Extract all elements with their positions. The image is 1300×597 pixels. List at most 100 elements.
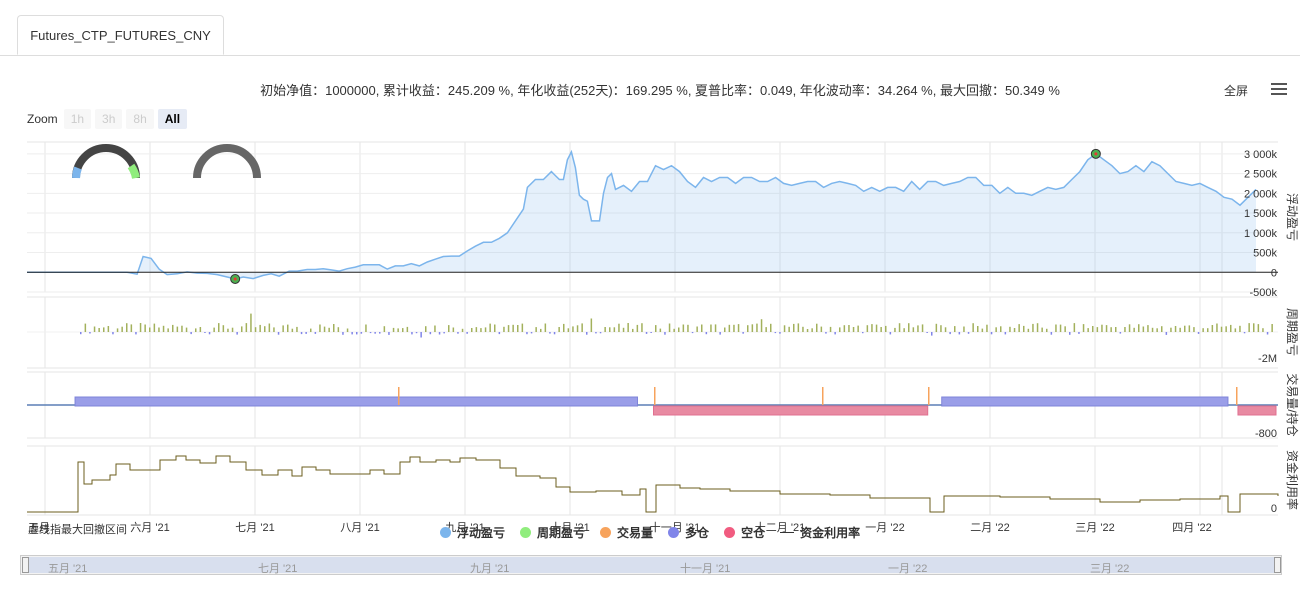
period-bar	[1220, 326, 1223, 332]
legend-item-volume[interactable]: 交易量	[600, 524, 653, 541]
period-bar	[300, 332, 303, 335]
period-bar	[659, 328, 662, 332]
period-bar	[351, 332, 353, 335]
period-bar	[130, 324, 133, 332]
y-axis-tick-label: 3 000k	[1244, 149, 1278, 161]
period-bar	[208, 332, 211, 335]
y-axis-title: 资金利用率	[1285, 450, 1300, 510]
period-bar	[958, 332, 961, 335]
period-bar	[783, 325, 786, 332]
period-bar	[673, 328, 675, 332]
period-bar	[1073, 323, 1076, 332]
period-bar	[599, 332, 602, 334]
period-bar	[530, 332, 533, 334]
y-axis-title: 浮动盈亏	[1285, 193, 1299, 241]
period-bar	[586, 332, 588, 335]
period-bar	[443, 332, 445, 334]
period-bar	[241, 326, 243, 332]
period-bar	[172, 324, 174, 332]
floating-pnl-area	[27, 151, 1256, 279]
y-axis-title: 周期盈亏	[1285, 308, 1299, 356]
legend-dot	[600, 527, 612, 538]
x-axis-tick-label: 八月 '21	[340, 522, 379, 534]
period-bar	[1225, 326, 1227, 332]
period-bar	[310, 328, 312, 332]
period-bar	[84, 323, 87, 332]
period-bar	[1207, 328, 1209, 332]
period-bar	[921, 324, 924, 332]
period-bar	[655, 325, 657, 332]
legend-dot	[668, 527, 680, 538]
period-bar	[687, 324, 689, 332]
navigator-right-handle[interactable]	[1274, 557, 1281, 573]
period-bar	[471, 328, 473, 332]
period-bar	[356, 332, 358, 335]
period-bar	[498, 332, 501, 335]
legend-item-period-pnl[interactable]: 周期盈亏	[520, 524, 585, 541]
period-bar	[765, 327, 767, 332]
y-axis-tick-label: 1 000k	[1244, 228, 1278, 240]
legend-item-utilization[interactable]: 资金利用率	[780, 524, 860, 541]
period-bar	[333, 324, 335, 332]
legend-item-long[interactable]: 多仓	[668, 524, 709, 541]
period-bar	[1138, 324, 1140, 332]
period-bar	[425, 326, 427, 332]
period-bar	[342, 332, 344, 335]
period-bar	[1230, 324, 1232, 332]
period-bar	[213, 327, 215, 332]
gauge-left-green-segment	[127, 163, 140, 179]
period-bar	[756, 323, 758, 332]
period-bar	[296, 326, 298, 332]
period-bar	[540, 328, 542, 332]
period-bar	[848, 325, 850, 332]
period-bar	[871, 324, 873, 332]
period-bar	[972, 323, 974, 332]
navigator-label: 三月 '22	[1090, 563, 1130, 575]
period-bar	[581, 323, 583, 332]
legend-line	[780, 532, 795, 533]
legend-item-floating-pnl[interactable]: 浮动盈亏	[440, 524, 505, 541]
period-bar	[452, 327, 455, 332]
period-bar	[747, 325, 749, 332]
period-bar	[1110, 327, 1112, 332]
period-bar	[839, 327, 841, 332]
period-bar	[949, 332, 951, 335]
short-position-bar	[1237, 405, 1277, 416]
period-bar	[931, 332, 933, 336]
period-bar	[1013, 328, 1016, 332]
y-axis-tick-label: 2 000k	[1244, 188, 1278, 200]
period-bar	[1170, 327, 1172, 332]
period-bar	[788, 326, 790, 332]
period-bar	[1239, 325, 1241, 332]
y-axis-tick-label: -2M	[1258, 353, 1277, 365]
period-bar	[1151, 327, 1154, 332]
period-bar	[1216, 323, 1218, 332]
period-bar	[558, 327, 560, 332]
period-bar	[737, 324, 740, 332]
navigator-label: 十一月 '21	[680, 563, 731, 575]
x-axis-tick-label: 二月 '22	[970, 522, 1009, 534]
period-bar	[977, 326, 979, 332]
period-bar	[926, 332, 928, 333]
period-bar	[742, 332, 744, 334]
period-bar	[402, 328, 404, 332]
period-bar	[986, 324, 988, 332]
period-bar	[204, 332, 206, 333]
navigator-left-handle[interactable]	[22, 557, 29, 573]
period-bar	[319, 324, 321, 332]
legend-item-short[interactable]: 空仓	[724, 524, 765, 541]
navigator-label: 七月 '21	[258, 563, 298, 575]
period-bar	[411, 332, 413, 335]
period-bar	[535, 327, 537, 332]
period-bar	[806, 329, 809, 332]
volume-bar	[398, 387, 400, 405]
period-bar	[484, 327, 487, 332]
legend-label: 交易量	[617, 526, 654, 540]
period-bar	[641, 323, 643, 332]
period-bar	[1055, 324, 1057, 332]
period-bar	[1188, 325, 1191, 332]
period-bar	[903, 328, 905, 332]
period-bar	[93, 326, 96, 332]
period-bar	[116, 328, 119, 332]
period-bar	[1271, 324, 1273, 332]
